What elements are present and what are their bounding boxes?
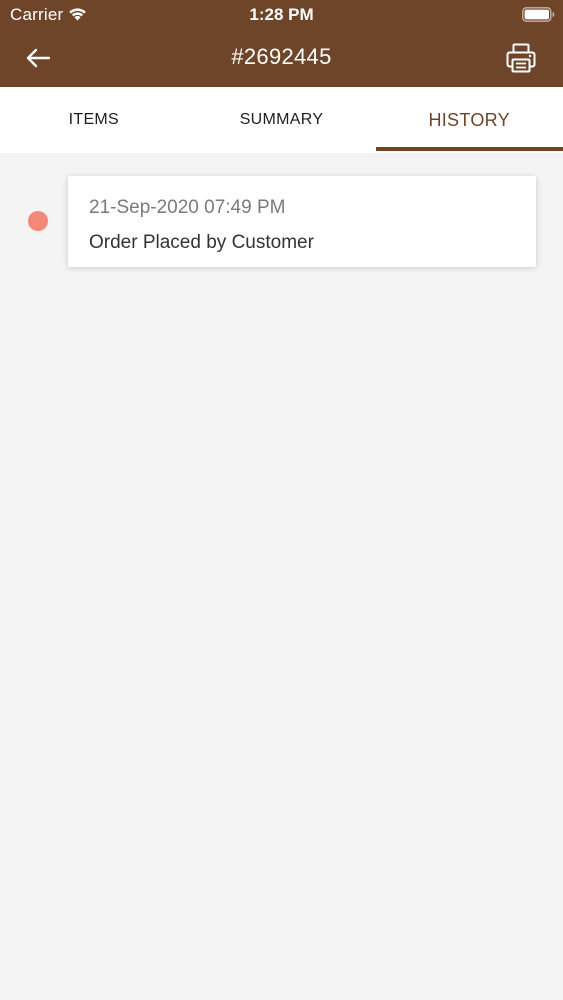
- history-card: 21-Sep-2020 07:49 PM Order Placed by Cus…: [68, 176, 536, 267]
- tab-summary[interactable]: SUMMARY: [188, 87, 376, 153]
- navigation-bar: #2692445: [0, 30, 563, 87]
- order-number-title: #2692445: [231, 44, 332, 69]
- status-bar: Carrier 1:28 PM: [0, 0, 563, 30]
- history-entry: 21-Sep-2020 07:49 PM Order Placed by Cus…: [0, 176, 563, 267]
- battery-icon: [522, 7, 555, 22]
- tab-items-label: ITEMS: [68, 111, 120, 128]
- tab-summary-label: SUMMARY: [239, 111, 324, 128]
- printer-icon: [506, 43, 536, 73]
- app-header: Carrier 1:28 PM #2692445: [0, 0, 563, 87]
- status-time: 1:28 PM: [249, 5, 314, 24]
- history-list: 21-Sep-2020 07:49 PM Order Placed by Cus…: [0, 153, 563, 1000]
- history-description: Order Placed by Customer: [89, 232, 314, 253]
- history-datetime: 21-Sep-2020 07:49 PM: [89, 197, 286, 218]
- timeline-dot: [28, 211, 48, 231]
- tab-items[interactable]: ITEMS: [0, 87, 188, 153]
- order-history-screen: Carrier 1:28 PM #2692445 ITEMS SUMMARY H…: [0, 0, 563, 1000]
- order-tabs: ITEMS SUMMARY HISTORY: [0, 87, 563, 153]
- print-button[interactable]: [496, 38, 546, 78]
- tab-history[interactable]: HISTORY: [375, 87, 563, 153]
- tab-history-label: HISTORY: [428, 109, 510, 130]
